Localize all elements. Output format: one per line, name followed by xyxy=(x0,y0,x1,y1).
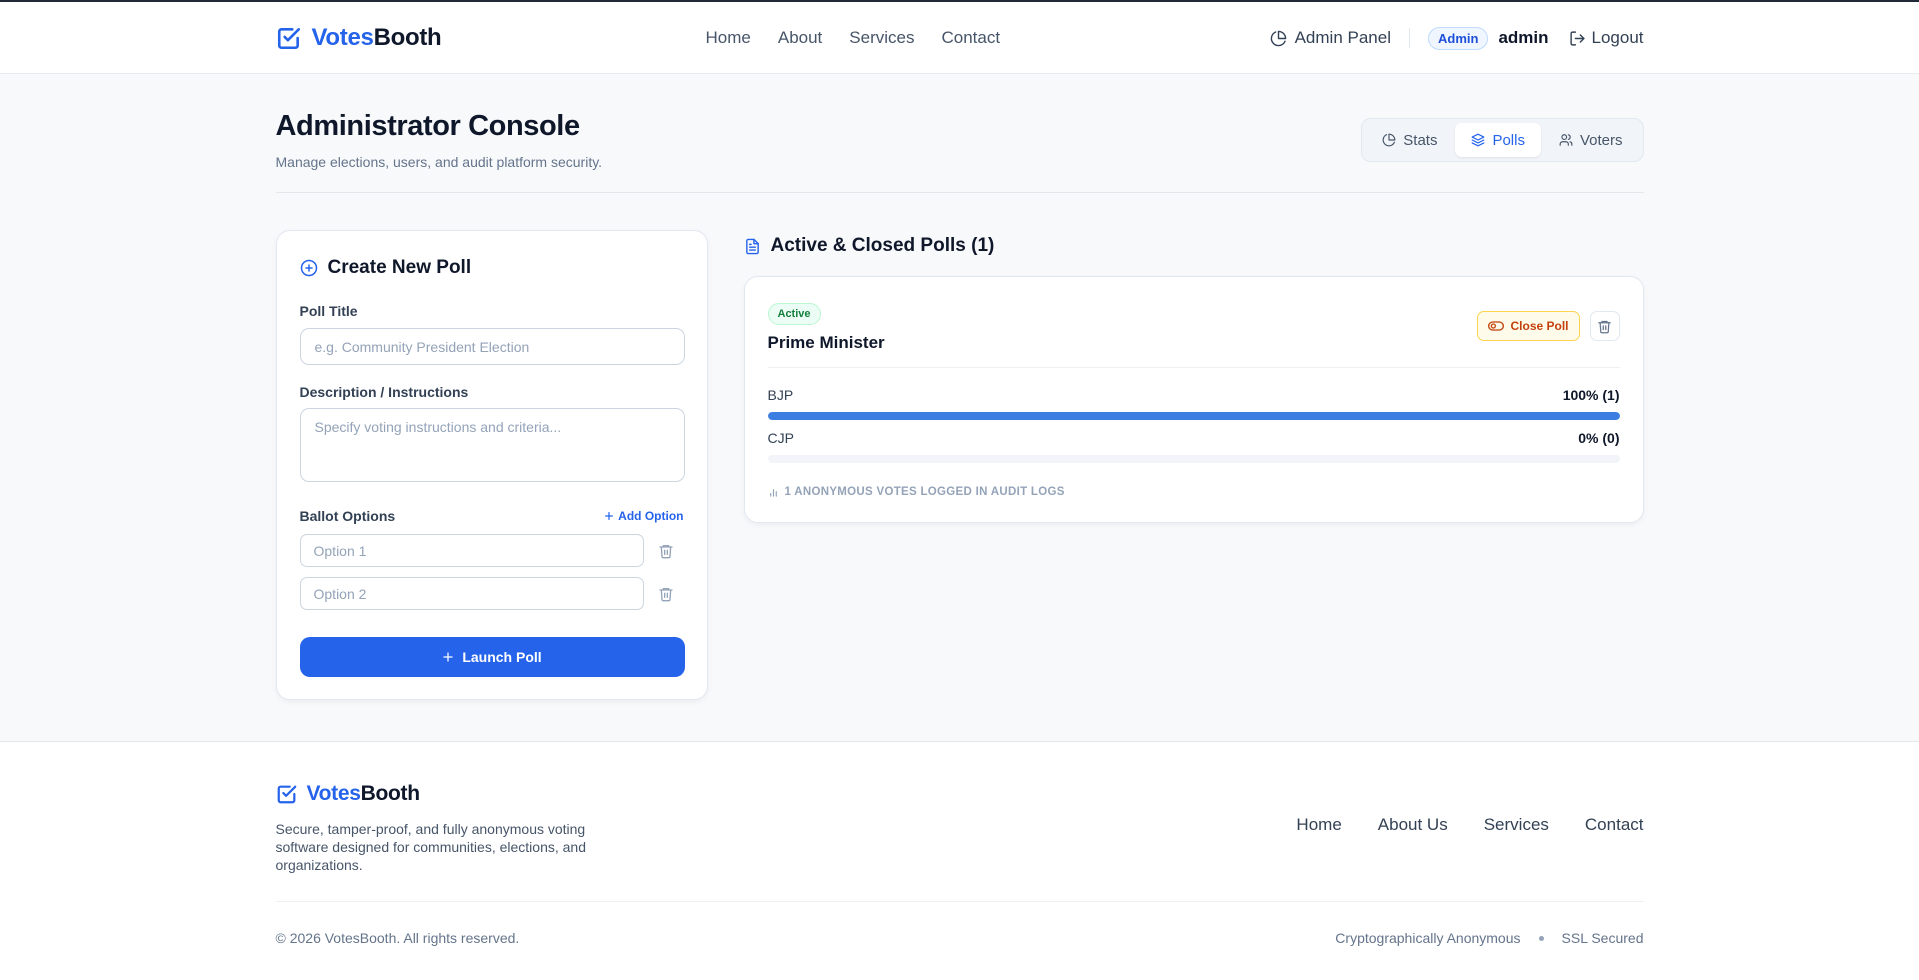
create-poll-heading: Create New Poll xyxy=(300,257,472,279)
close-poll-button[interactable]: Close Poll xyxy=(1477,311,1580,341)
nav-home[interactable]: Home xyxy=(706,28,751,48)
tag-ssl: SSL Secured xyxy=(1561,930,1644,946)
console-tabs: Stats Polls Voters xyxy=(1361,118,1644,162)
tag-anonymous: Cryptographically Anonymous xyxy=(1335,930,1521,946)
plus-icon xyxy=(605,512,614,520)
add-option-label: Add Option xyxy=(618,509,684,523)
launch-poll-button[interactable]: Launch Poll xyxy=(299,637,685,677)
footer-brand[interactable]: VotesBooth xyxy=(276,782,420,806)
bar-chart-icon xyxy=(769,488,777,497)
copyright: © 2026 VotesBooth. All rights reserved. xyxy=(275,930,520,946)
footer-tags: Cryptographically Anonymous SSL Secured xyxy=(1335,930,1643,946)
tab-polls-label: Polls xyxy=(1492,131,1525,149)
audit-note: 1 ANONYMOUS VOTES LOGGED IN AUDIT LOGS xyxy=(768,486,1065,498)
tab-stats-label: Stats xyxy=(1403,131,1438,149)
remove-option-1-button[interactable] xyxy=(655,540,677,562)
polls-heading: Active & Closed Polls (1) xyxy=(744,235,995,257)
checkbox-logo-icon xyxy=(277,28,300,50)
role-badge: Admin xyxy=(1427,26,1489,50)
username: admin xyxy=(1498,28,1549,47)
trash-icon xyxy=(1598,320,1611,333)
footer-link-contact[interactable]: Contact xyxy=(1585,815,1644,835)
checkbox-logo-icon xyxy=(277,785,296,804)
logout-icon xyxy=(1569,30,1585,46)
result-row: BJP 100% (1) xyxy=(767,387,1620,420)
nav-contact[interactable]: Contact xyxy=(941,28,1000,48)
page-header: Administrator Console Manage elections, … xyxy=(275,74,1644,193)
status-badge: Active xyxy=(767,303,821,325)
footer-description: Secure, tamper-proof, and fully anonymou… xyxy=(275,821,587,873)
audit-note-text: 1 ANONYMOUS VOTES LOGGED IN AUDIT LOGS xyxy=(784,486,1065,498)
result-bar-fill xyxy=(767,412,1620,420)
page-subtitle: Manage elections, users, and audit platf… xyxy=(275,154,603,170)
footer-brand-part1: Votes xyxy=(306,782,361,805)
footer-link-services[interactable]: Services xyxy=(1484,815,1549,835)
add-option-button[interactable]: Add Option xyxy=(604,509,684,523)
tab-voters-label: Voters xyxy=(1579,131,1623,149)
tab-polls[interactable]: Polls xyxy=(1455,123,1541,157)
footer-nav: Home About Us Services Contact xyxy=(1296,815,1643,835)
nav-about[interactable]: About xyxy=(778,28,822,48)
poll-title-label: Poll Title xyxy=(299,303,358,319)
plus-circle-icon xyxy=(300,259,317,277)
remove-option-2-button[interactable] xyxy=(655,583,677,605)
document-icon xyxy=(745,238,759,254)
footer-divider xyxy=(275,901,1644,902)
trash-icon xyxy=(658,545,673,559)
result-percentage: 0% (0) xyxy=(1578,430,1620,446)
logout-button[interactable]: Logout xyxy=(1569,28,1644,48)
main-nav: Home About Services Contact xyxy=(706,28,1001,48)
result-option-name: BJP xyxy=(767,387,794,403)
result-percentage: 100% (1) xyxy=(1562,387,1620,403)
poll-card: Active Prime Minister Close Poll BJP 100… xyxy=(743,276,1644,523)
tag-separator-dot xyxy=(1538,935,1544,941)
logout-label: Logout xyxy=(1591,28,1644,47)
description-textarea[interactable] xyxy=(299,408,685,482)
brand-logo[interactable]: VotesBooth xyxy=(276,24,442,52)
poll-title: Prime Minister xyxy=(767,333,885,352)
page-title: Administrator Console xyxy=(275,110,581,142)
header-user-area: Admin Panel Admin admin Logout xyxy=(1270,26,1644,50)
create-poll-title: Create New Poll xyxy=(327,257,472,278)
layers-icon xyxy=(1472,133,1485,147)
plus-icon xyxy=(443,652,453,662)
pie-chart-icon xyxy=(1382,133,1396,147)
admin-panel-label: Admin Panel xyxy=(1294,28,1391,47)
close-poll-label: Close Poll xyxy=(1510,319,1569,333)
launch-poll-label: Launch Poll xyxy=(462,649,542,665)
nav-services[interactable]: Services xyxy=(849,28,914,48)
tab-stats[interactable]: Stats xyxy=(1366,123,1453,157)
create-poll-card: Create New Poll Poll Title Description /… xyxy=(275,230,708,700)
description-label: Description / Instructions xyxy=(299,384,469,400)
result-row: CJP 0% (0) xyxy=(767,430,1620,463)
header-divider xyxy=(1408,28,1410,48)
result-bar-track xyxy=(767,412,1620,420)
toggle-icon xyxy=(1488,321,1505,331)
brand-part1: Votes xyxy=(311,24,374,51)
option-input-2[interactable] xyxy=(299,577,644,610)
brand-part2: Booth xyxy=(373,24,442,51)
delete-poll-button[interactable] xyxy=(1589,311,1620,341)
footer-brand-part2: Booth xyxy=(360,782,420,805)
footer-link-about[interactable]: About Us xyxy=(1378,815,1448,835)
admin-panel-link[interactable]: Admin Panel xyxy=(1270,28,1391,48)
result-option-name: CJP xyxy=(767,430,794,446)
users-icon xyxy=(1559,134,1573,146)
pie-chart-icon xyxy=(1270,30,1286,46)
option-input-1[interactable] xyxy=(299,534,644,567)
poll-divider xyxy=(767,367,1620,368)
footer-link-home[interactable]: Home xyxy=(1296,815,1341,835)
main-content: Administrator Console Manage elections, … xyxy=(275,74,1644,700)
result-bar-track xyxy=(767,455,1620,463)
ballot-options-label: Ballot Options xyxy=(299,508,396,524)
top-navbar: VotesBooth Home About Services Contact A… xyxy=(0,2,1919,74)
poll-title-input[interactable] xyxy=(299,328,685,365)
tab-voters[interactable]: Voters xyxy=(1543,123,1639,157)
footer: VotesBooth Secure, tamper-proof, and ful… xyxy=(0,741,1919,980)
polls-heading-label: Active & Closed Polls (1) xyxy=(770,235,995,256)
trash-icon xyxy=(658,588,673,602)
